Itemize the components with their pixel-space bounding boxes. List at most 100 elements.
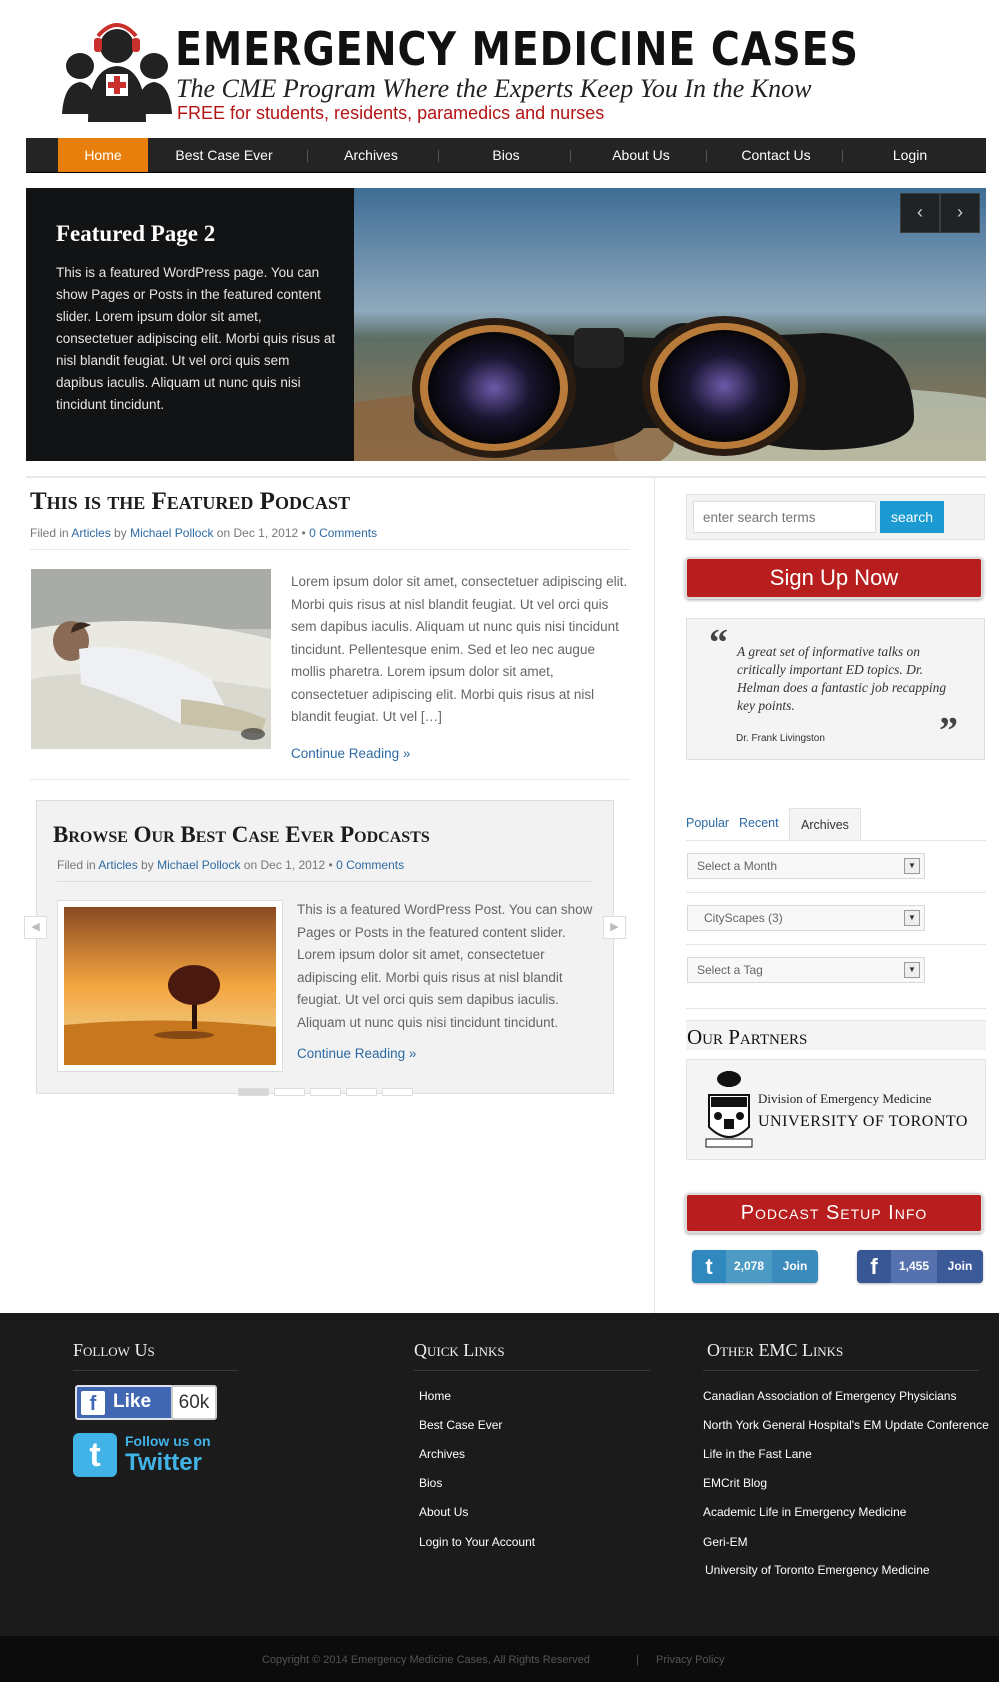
footer-link-bios[interactable]: Bios xyxy=(419,1476,442,1490)
partner-division: Division of Emergency Medicine xyxy=(758,1091,932,1106)
nav-about-us[interactable]: About Us xyxy=(586,138,696,172)
search-input[interactable] xyxy=(693,501,876,533)
post-thumbnail-man-resting[interactable] xyxy=(31,569,271,749)
footer-link-home[interactable]: Home xyxy=(419,1389,451,1403)
testimonial-text: A great set of informative talks on crit… xyxy=(737,644,947,713)
footer-other-link[interactable]: University of Toronto Emergency Medicine xyxy=(705,1563,930,1577)
post-meta: Filed in Articles by Michael Pollock on … xyxy=(57,858,404,872)
follow-twitter-button[interactable]: t Follow us on Twitter xyxy=(73,1431,233,1479)
twitter-join-button[interactable]: t 2,078 Join xyxy=(692,1250,818,1283)
carousel-dot[interactable] xyxy=(274,1088,305,1096)
divider xyxy=(30,549,630,550)
search-button[interactable]: search xyxy=(880,501,944,533)
facebook-join-label: Join xyxy=(937,1250,983,1283)
slider-prev-button[interactable]: ‹ xyxy=(900,193,940,233)
site-title[interactable]: EMERGENCY MEDICINE CASES xyxy=(175,22,859,76)
nav-separator xyxy=(706,150,707,162)
tab-recent[interactable]: Recent xyxy=(739,808,779,840)
author-link[interactable]: Michael Pollock xyxy=(157,858,240,872)
nav-best-case-ever[interactable]: Best Case Ever xyxy=(160,138,288,172)
category-select-value: CityScapes (3) xyxy=(704,911,783,925)
divider xyxy=(686,840,986,841)
copyright-text: Copyright © 2014 Emergency Medicine Case… xyxy=(262,1654,590,1666)
post-title[interactable]: Browse Our Best Case Ever Podcasts xyxy=(53,822,430,848)
category-select[interactable]: CityScapes (3) ▼ xyxy=(687,905,925,931)
nav-separator xyxy=(438,150,439,162)
category-link[interactable]: Articles xyxy=(98,858,137,872)
footer-other-link[interactable]: North York General Hospital's EM Update … xyxy=(703,1418,989,1432)
post-title[interactable]: This is the Featured Podcast xyxy=(30,488,350,516)
podcast-setup-button[interactable]: Podcast Setup Info xyxy=(685,1193,983,1233)
twitter-count: 2,078 xyxy=(726,1250,772,1283)
continue-reading-link[interactable]: Continue Reading » xyxy=(291,746,410,761)
tab-popular[interactable]: Popular xyxy=(686,808,729,840)
nav-separator xyxy=(307,150,308,162)
slider-next-button[interactable]: › xyxy=(940,193,980,233)
slider-caption: Featured Page 2 This is a featured WordP… xyxy=(26,188,354,461)
tag-select[interactable]: Select a Tag ▼ xyxy=(687,957,925,983)
footer-other-link[interactable]: EMCrit Blog xyxy=(703,1476,767,1490)
category-link[interactable]: Articles xyxy=(71,526,110,540)
author-link[interactable]: Michael Pollock xyxy=(130,526,213,540)
footer-separator: | xyxy=(636,1654,639,1666)
slider-image-binoculars[interactable] xyxy=(274,188,986,461)
footer-other-link[interactable]: Geri-EM xyxy=(703,1535,748,1549)
footer-other-link[interactable]: Life in the Fast Lane xyxy=(703,1447,812,1461)
divider xyxy=(686,1008,986,1009)
carousel-prev-icon[interactable]: ◀ xyxy=(24,916,47,939)
nav-archives[interactable]: Archives xyxy=(316,138,426,172)
slider-text: This is a featured WordPress page. You c… xyxy=(56,265,336,412)
continue-reading-link[interactable]: Continue Reading » xyxy=(297,1046,416,1061)
meta-label: by xyxy=(141,858,154,872)
nav-contact-us[interactable]: Contact Us xyxy=(716,138,836,172)
nav-bios[interactable]: Bios xyxy=(456,138,556,172)
carousel-dot[interactable] xyxy=(310,1088,341,1096)
facebook-join-button[interactable]: f 1,455 Join xyxy=(857,1250,983,1283)
slider-title[interactable]: Featured Page 2 xyxy=(56,221,215,247)
month-select[interactable]: Select a Month ▼ xyxy=(687,853,925,879)
carousel-dot[interactable] xyxy=(382,1088,413,1096)
nav-home[interactable]: Home xyxy=(58,138,148,172)
post-date: on Dec 1, 2012 • xyxy=(216,526,306,540)
sign-up-button[interactable]: Sign Up Now xyxy=(685,557,983,599)
carousel-dot[interactable] xyxy=(346,1088,377,1096)
footer-link-best-case-ever[interactable]: Best Case Ever xyxy=(419,1418,502,1432)
quote-open-icon: “ xyxy=(709,622,728,664)
chevron-down-icon: ▼ xyxy=(904,910,920,926)
post-thumbnail-tree-sunset[interactable] xyxy=(57,900,283,1072)
chevron-down-icon: ▼ xyxy=(904,858,920,874)
comments-link[interactable]: 0 Comments xyxy=(309,526,377,540)
carousel-dot[interactable] xyxy=(238,1088,269,1096)
divider xyxy=(57,881,592,882)
comments-link[interactable]: 0 Comments xyxy=(336,858,404,872)
privacy-policy-link[interactable]: Privacy Policy xyxy=(656,1654,724,1666)
footer-link-login[interactable]: Login to Your Account xyxy=(419,1535,535,1549)
footer-other-links-heading: Other EMC Links xyxy=(707,1340,844,1360)
meta-label: Filed in xyxy=(57,858,96,872)
footer-link-archives[interactable]: Archives xyxy=(419,1447,465,1461)
testimonial-box: “ A great set of informative talks on cr… xyxy=(686,618,985,760)
nav-separator xyxy=(570,150,571,162)
main-nav: Home Best Case Ever Archives Bios About … xyxy=(26,138,986,173)
follow-twitter-line2: Twitter xyxy=(125,1449,202,1476)
chevron-down-icon: ▼ xyxy=(904,962,920,978)
quote-close-icon: ” xyxy=(939,710,958,752)
facebook-icon: f xyxy=(857,1250,891,1283)
post-excerpt: Lorem ipsum dolor sit amet, consectetuer… xyxy=(291,574,628,724)
footer-link-about-us[interactable]: About Us xyxy=(419,1505,468,1519)
logo-icon[interactable] xyxy=(60,14,174,124)
sidebar-divider xyxy=(654,478,655,1313)
tab-archives[interactable]: Archives xyxy=(789,808,861,840)
carousel-next-icon[interactable]: ▶ xyxy=(603,916,626,939)
footer-other-link[interactable]: Canadian Association of Emergency Physic… xyxy=(703,1389,956,1403)
nav-separator xyxy=(842,150,843,162)
nav-login[interactable]: Login xyxy=(860,138,960,172)
facebook-count: 1,455 xyxy=(891,1250,937,1283)
facebook-like-button[interactable]: f Like xyxy=(75,1385,175,1420)
partner-uoft[interactable]: Division of Emergency Medicine UNIVERSIT… xyxy=(686,1059,986,1160)
like-label: Like xyxy=(113,1391,152,1412)
follow-twitter-line1: Follow us on xyxy=(125,1433,211,1449)
divider xyxy=(414,1370,650,1371)
footer-other-link[interactable]: Academic Life in Emergency Medicine xyxy=(703,1505,906,1519)
twitter-icon: t xyxy=(692,1250,726,1283)
